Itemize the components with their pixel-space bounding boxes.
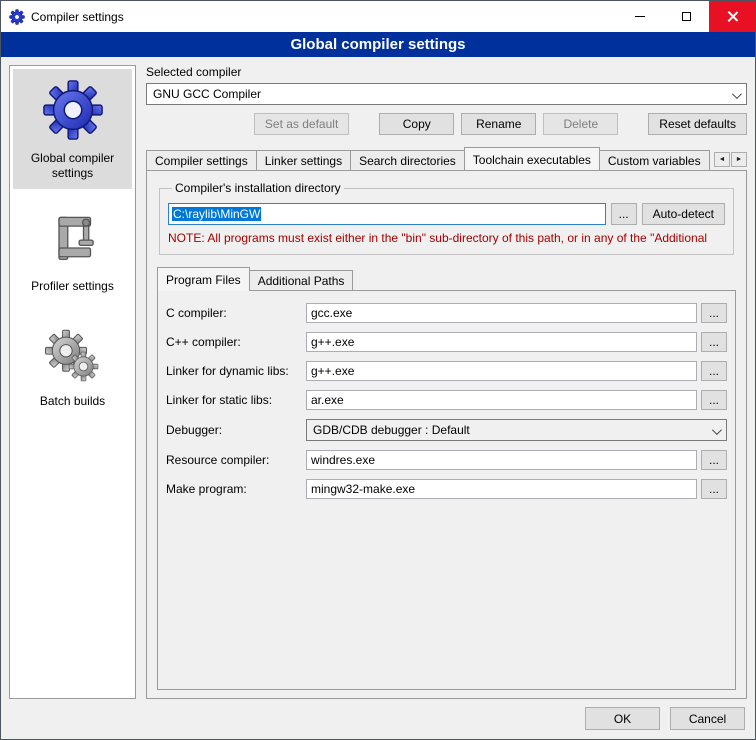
dialog-footer: OK Cancel (1, 707, 755, 739)
auto-detect-button[interactable]: Auto-detect (642, 203, 725, 225)
sidebar-item-label: Profiler settings (31, 279, 114, 294)
tab-search-directories[interactable]: Search directories (350, 150, 465, 170)
debugger-label: Debugger: (166, 423, 306, 437)
compiler-tabstrip: Compiler settings Linker settings Search… (146, 147, 747, 170)
c-compiler-label: C compiler: (166, 306, 306, 320)
cpp-compiler-label: C++ compiler: (166, 335, 306, 349)
c-compiler-input[interactable] (306, 303, 697, 323)
tabs-scroller: Compiler settings Linker settings Search… (146, 147, 710, 170)
linker-static-input[interactable] (306, 390, 697, 410)
installation-directory-group: Compiler's installation directory C:\ray… (159, 181, 734, 255)
c-compiler-browse-button[interactable]: ... (701, 303, 727, 323)
field-row-c-compiler: C compiler: ... (166, 303, 727, 323)
bin-subdirectory-note: NOTE: All programs must exist either in … (168, 231, 725, 245)
cpp-compiler-browse-button[interactable]: ... (701, 332, 727, 352)
ok-button[interactable]: OK (585, 707, 660, 730)
tab-label: Compiler settings (155, 154, 248, 168)
selected-compiler-value: GNU GCC Compiler (153, 87, 261, 101)
make-program-label: Make program: (166, 482, 306, 496)
sidebar: Global compiler settings (9, 65, 136, 699)
field-row-debugger: Debugger: GDB/CDB debugger : Default (166, 419, 727, 441)
maximize-button[interactable] (663, 1, 709, 32)
window-title: Compiler settings (31, 10, 124, 24)
program-files-page: C compiler: ... C++ compiler: ... (157, 290, 736, 690)
program-files-notebook: Program Files Additional Paths C compile… (157, 267, 736, 690)
tab-label: Toolchain executables (473, 153, 591, 167)
tab-scroll-right-button[interactable]: ► (731, 152, 747, 167)
delete-button[interactable]: Delete (543, 113, 618, 135)
make-program-browse-button[interactable]: ... (701, 479, 727, 499)
linker-dynamic-input[interactable] (306, 361, 697, 381)
reset-defaults-button[interactable]: Reset defaults (648, 113, 747, 135)
tab-label: Custom variables (608, 154, 701, 168)
sidebar-item-label: Global compiler settings (15, 151, 130, 181)
cancel-button[interactable]: Cancel (670, 707, 745, 730)
titlebar[interactable]: Compiler settings (1, 1, 755, 32)
subtab-additional-paths[interactable]: Additional Paths (249, 270, 354, 290)
app-gear-icon (9, 9, 25, 25)
compiler-buttons-row: Set as default Copy Rename Delete Reset … (146, 113, 747, 135)
make-program-input[interactable] (306, 479, 697, 499)
field-row-resource-compiler: Resource compiler: ... (166, 450, 727, 470)
sidebar-item-profiler-settings[interactable]: Profiler settings (13, 203, 132, 302)
gray-gears-icon (45, 328, 101, 384)
close-button[interactable] (709, 1, 755, 32)
dialog-content: Global compiler settings (1, 57, 755, 707)
resource-compiler-browse-button[interactable]: ... (701, 450, 727, 470)
sidebar-item-label: Batch builds (40, 394, 105, 409)
resource-compiler-label: Resource compiler: (166, 453, 306, 467)
sidebar-item-batch-builds[interactable]: Batch builds (13, 318, 132, 417)
installation-directory-group-title: Compiler's installation directory (172, 181, 344, 195)
minimize-button[interactable] (617, 1, 663, 32)
tab-label: Linker settings (265, 154, 342, 168)
chevron-down-icon (712, 425, 722, 435)
subtab-label: Additional Paths (258, 274, 345, 288)
compiler-settings-window: Compiler settings Global compiler settin… (0, 0, 756, 740)
installation-directory-input[interactable]: C:\raylib\MinGW (168, 203, 606, 225)
subtab-label: Program Files (166, 273, 241, 287)
rename-button[interactable]: Rename (461, 113, 536, 135)
copy-button[interactable]: Copy (379, 113, 454, 135)
sidebar-item-global-compiler-settings[interactable]: Global compiler settings (13, 69, 132, 189)
chevron-down-icon (732, 89, 742, 99)
linker-dynamic-browse-button[interactable]: ... (701, 361, 727, 381)
installation-directory-value: C:\raylib\MinGW (172, 207, 261, 221)
subtab-program-files[interactable]: Program Files (157, 267, 250, 291)
minimize-icon (635, 16, 645, 17)
close-icon (727, 11, 738, 22)
linker-static-browse-button[interactable]: ... (701, 390, 727, 410)
clamp-icon (45, 213, 101, 269)
debugger-value: GDB/CDB debugger : Default (313, 423, 470, 437)
field-row-cpp-compiler: C++ compiler: ... (166, 332, 727, 352)
main-panel: Selected compiler GNU GCC Compiler Set a… (146, 65, 747, 699)
window-controls (617, 1, 755, 32)
maximize-icon (682, 12, 691, 21)
linker-dynamic-label: Linker for dynamic libs: (166, 364, 306, 378)
selected-compiler-label: Selected compiler (146, 65, 747, 79)
set-as-default-button[interactable]: Set as default (254, 113, 349, 135)
installation-directory-browse-button[interactable]: ... (611, 203, 637, 225)
tab-build-options[interactable]: Build options (709, 150, 710, 170)
tab-toolchain-executables[interactable]: Toolchain executables (464, 147, 600, 170)
field-row-make-program: Make program: ... (166, 479, 727, 499)
resource-compiler-input[interactable] (306, 450, 697, 470)
linker-static-label: Linker for static libs: (166, 393, 306, 407)
dialog-header: Global compiler settings (1, 32, 755, 57)
tab-custom-variables[interactable]: Custom variables (599, 150, 710, 170)
tab-compiler-settings[interactable]: Compiler settings (146, 150, 257, 170)
toolchain-executables-page: Compiler's installation directory C:\ray… (146, 170, 747, 699)
dialog-header-text: Global compiler settings (290, 36, 465, 53)
program-files-tabstrip: Program Files Additional Paths (157, 267, 736, 290)
cpp-compiler-input[interactable] (306, 332, 697, 352)
field-row-linker-dynamic: Linker for dynamic libs: ... (166, 361, 727, 381)
field-row-linker-static: Linker for static libs: ... (166, 390, 727, 410)
tab-linker-settings[interactable]: Linker settings (256, 150, 351, 170)
tab-label: Search directories (359, 154, 456, 168)
tab-scroll-arrows: ◄ ► (714, 152, 747, 167)
debugger-dropdown[interactable]: GDB/CDB debugger : Default (306, 419, 727, 441)
installation-directory-row: C:\raylib\MinGW ... Auto-detect (168, 203, 725, 225)
selected-compiler-dropdown[interactable]: GNU GCC Compiler (146, 83, 747, 105)
tab-scroll-left-button[interactable]: ◄ (714, 152, 730, 167)
blue-gear-icon (42, 79, 104, 141)
